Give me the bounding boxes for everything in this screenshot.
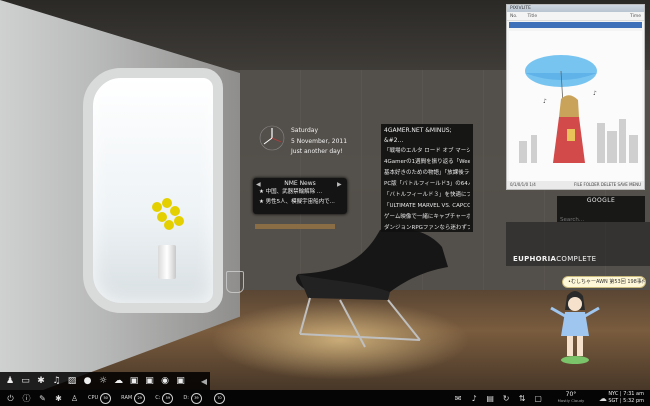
feed-item[interactable]: 「バトルフィールド３」を快適にプレイで... (384, 190, 470, 201)
lightbulb-icon[interactable]: ● (82, 375, 94, 387)
time1: 7:31 am (623, 391, 644, 397)
rss-feed-widget: 4GAMER.NET &MINUS; &#2... 「戦場のエルタ ロード オブ… (381, 124, 473, 232)
viewer-title-bar[interactable]: PIXIVLITE (507, 5, 644, 12)
network-icon[interactable]: ⇅ (517, 393, 528, 404)
icon-dock: ♟ ▭ ✱ ♫ ▨ ● ☼ ☁ ▣ ▣ ◉ ▣ ◀ (0, 372, 210, 390)
anime-illustration: ♪ ♪ (509, 31, 642, 181)
lounge-chair (295, 227, 448, 348)
column-no[interactable]: No. (510, 12, 517, 20)
d-label: D: (183, 395, 189, 401)
flowers (148, 196, 188, 246)
window-opening (83, 68, 223, 313)
feed-item[interactable]: ゲーム映像で一緒にキャプチャーボ... (384, 212, 470, 223)
viewer-columns: No. Title Time (507, 12, 644, 21)
feed-title[interactable]: 4GAMER.NET &MINUS; &#2... (384, 126, 470, 146)
ram-meter: RAM 29 (121, 392, 147, 404)
feed-item[interactable]: ダンジョンRPGファンなら迷わずプレイす... (384, 223, 470, 234)
dock-collapse-icon[interactable]: ◀ (201, 377, 207, 386)
google-title: GOOGLE (586, 197, 616, 204)
euphoria-rest: COMPLETE (556, 255, 597, 263)
feed-item[interactable]: PC版「バトルフィールド3」の64人が... (384, 179, 470, 190)
feed-item[interactable]: 4Gamerの1週間を振り返る「Weekly... (384, 157, 470, 168)
volume-icon[interactable]: ♪ (469, 393, 480, 404)
ram-label: RAM (121, 395, 133, 401)
c-drive-meter: C: 59 (155, 392, 175, 404)
cpu-ring: 50 (100, 392, 112, 404)
vase (158, 245, 176, 279)
window-icon[interactable]: ▣ (144, 375, 156, 387)
euphoria-logo: EUPHORIACOMPLETE (513, 255, 596, 263)
feed-item[interactable]: 「戦場のエルタ ロード オブ マーシャル」 (384, 146, 470, 157)
ram-ring: 29 (134, 392, 146, 404)
waste-bin (226, 271, 244, 293)
window-icon[interactable]: ▣ (128, 375, 140, 387)
next-arrow-icon[interactable]: ▶ (337, 181, 345, 189)
world-clock: NYC | 7:31 am SGT | 5:32 pm (608, 391, 644, 404)
euphoria-bold: EUPHORIA (513, 255, 557, 263)
nme-news-widget: ◀ NME News ▶ ★ 中国、武器禁輸解除 ... ★ 男性5人、模擬宇宙… (253, 178, 347, 214)
time2-label: SGT (608, 398, 619, 404)
d-ring: 39 (190, 392, 202, 404)
system-bar: ⏻ ⓘ ✎ ✱ ♙ CPU 50 RAM 29 C: 59 D: 39 70 ✉… (0, 390, 650, 406)
mail-icon[interactable]: ✉ (453, 393, 464, 404)
settings-icon[interactable]: ✱ (53, 393, 64, 404)
laptop-icon[interactable]: ▭ (20, 375, 32, 387)
gear-icon[interactable]: ✱ (35, 375, 47, 387)
viewer-actions[interactable]: FILE FOLDER DELETE SAVE MENU (574, 181, 641, 189)
feed-item[interactable]: 基本好きのための物語」「放課後ライト... (384, 168, 470, 179)
time1-label: NYC (608, 391, 619, 397)
info-icon[interactable]: ⓘ (21, 393, 32, 404)
column-title[interactable]: Title (527, 12, 537, 20)
news-item[interactable]: ★ 男性5人、模擬宇宙船内で... (253, 197, 347, 207)
svg-text:♪: ♪ (543, 98, 547, 105)
system-tray: ✉ ♪ ▤ ↻ ⇅ ▢ 70° Mostly Cloudy ☁ NYC | 7:… (448, 390, 650, 406)
svg-text:♪: ♪ (593, 90, 597, 97)
cpu-meter: CPU 50 (88, 392, 113, 404)
prev-arrow-icon[interactable]: ◀ (256, 181, 264, 189)
date-widget: Saturday 5 November, 2011 Just another d… (291, 126, 347, 158)
e-drive-meter: 70 (212, 392, 227, 404)
cloud-icon[interactable]: ☁ (113, 375, 125, 387)
nme-title: NME News (284, 180, 316, 187)
c-ring: 59 (162, 392, 174, 404)
refresh-icon[interactable]: ↻ (501, 393, 512, 404)
sun-icon[interactable]: ☼ (97, 375, 109, 387)
weather-widget[interactable]: 70° Mostly Cloudy (558, 392, 585, 404)
time2: 5:32 pm (623, 398, 644, 404)
folder-icon[interactable]: ▤ (485, 393, 496, 404)
power-icon[interactable]: ⏻ (5, 393, 16, 404)
person-icon[interactable]: ♟ (4, 375, 16, 387)
selected-row[interactable] (509, 22, 642, 28)
image-icon[interactable]: ▨ (66, 375, 78, 387)
cloud-weather-icon: ☁ (598, 393, 607, 403)
day-label: Saturday (291, 127, 319, 134)
window-icon[interactable]: ▢ (533, 393, 544, 404)
date-label: 5 November, 2011 (291, 137, 348, 145)
google-search-widget: GOOGLE (557, 196, 645, 225)
globe-icon[interactable]: ◉ (159, 375, 171, 387)
c-label: C: (155, 395, 161, 401)
weather-temp: 70° (565, 391, 577, 398)
music-icon[interactable]: ♫ (51, 375, 63, 387)
euphoria-banner: EUPHORIACOMPLETE (506, 222, 650, 266)
news-item[interactable]: ★ 中国、武器禁輸解除 ... (253, 187, 347, 197)
wrench-icon[interactable]: ✎ (37, 393, 48, 404)
image-viewer-window: PIXIVLITE No. Title Time ♪ ♪ 0/1/0/1/0 1… (506, 4, 645, 190)
weather-desc: Mostly Cloudy (557, 398, 585, 403)
analog-clock (259, 125, 285, 151)
page-counter: 0/1/0/1/0 1/4 (510, 182, 536, 187)
d-drive-meter: D: 39 (183, 392, 204, 404)
user-icon[interactable]: ♙ (69, 393, 80, 404)
note-label: Just another day! (291, 148, 343, 155)
viewer-footer: 0/1/0/1/0 1/4 FILE FOLDER DELETE SAVE ME… (507, 181, 644, 189)
e-ring: 70 (213, 392, 225, 404)
column-time[interactable]: Time (630, 12, 641, 20)
cpu-label: CPU (88, 395, 99, 401)
desktop-mascot[interactable] (545, 286, 605, 366)
feed-item[interactable]: 「ULTIMATE MARVEL VS. CAPCOM 3... (384, 201, 470, 212)
window-icon[interactable]: ▣ (175, 375, 187, 387)
